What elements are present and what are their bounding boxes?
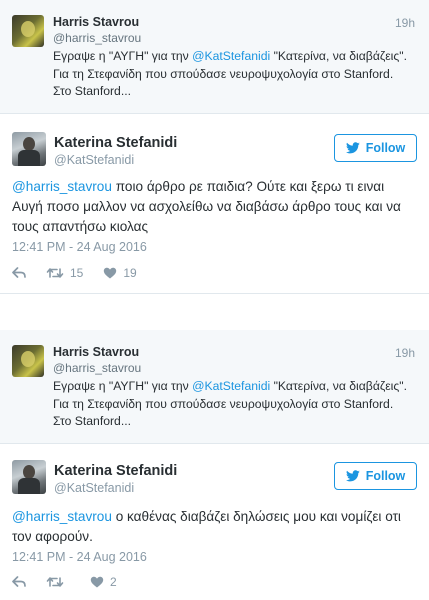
retweet-icon — [46, 577, 64, 587]
text-line: τους απαντήσω κιολας — [12, 219, 149, 234]
follow-button[interactable]: Follow — [334, 134, 417, 162]
author-name[interactable]: Katerina Stefanidi — [54, 463, 177, 479]
text-line: τον αφορούν. — [12, 529, 93, 544]
mention-link[interactable]: @harris_stavrou — [12, 179, 112, 194]
author-handle[interactable]: @harris_stavrou — [53, 31, 141, 45]
retweet-button[interactable] — [46, 576, 70, 588]
text-line: Για τη Στεφανίδη που σπούδασε νευροψυχολ… — [53, 66, 394, 81]
avatar[interactable] — [12, 15, 44, 47]
author-name[interactable]: Katerina Stefanidi — [54, 135, 177, 151]
tweet-time[interactable]: 19h — [395, 346, 415, 360]
tweet-time[interactable]: 19h — [395, 16, 415, 30]
like-button[interactable]: 19 — [103, 266, 137, 280]
heart-icon — [104, 267, 117, 279]
author-handle[interactable]: @KatStefanidi — [54, 481, 134, 495]
reply-tweet: Katerina Stefanidi @KatStefanidi Follow … — [0, 444, 429, 600]
tweet-timestamp[interactable]: 12:41 PM - 24 Aug 2016 — [12, 550, 147, 564]
author-name[interactable]: Harris Stavrou — [53, 15, 139, 29]
text-segment: Εγραψε η "ΑΥΓΗ" για την — [53, 49, 193, 63]
tweet-actions: 2 — [12, 575, 137, 589]
like-count: 19 — [123, 266, 137, 280]
avatar[interactable] — [12, 345, 44, 377]
like-button[interactable]: 2 — [90, 575, 117, 589]
mention-link[interactable]: @KatStefanidi — [192, 379, 270, 393]
text-segment: "Κατερίνα, να διαβάζεις". — [270, 379, 407, 393]
follow-label: Follow — [365, 141, 406, 155]
text-segment: "Κατερίνα, να διαβάζεις". — [270, 49, 407, 63]
text-segment: ποιο άρθρο ρε παιδια? Ούτε και ξερω τι ε… — [111, 179, 385, 194]
reply-icon — [12, 267, 26, 278]
follow-button[interactable]: Follow — [334, 462, 417, 490]
bird-icon — [345, 142, 360, 154]
retweet-button[interactable]: 15 — [46, 266, 83, 280]
text-line: Στο Stanford... — [53, 84, 131, 98]
author-handle[interactable]: @KatStefanidi — [54, 153, 134, 167]
tweet-text: @harris_stavrou ο καθένας διαβάζει δηλώσ… — [12, 507, 422, 547]
tweet-timestamp[interactable]: 12:41 PM - 24 Aug 2016 — [12, 240, 147, 254]
thread-separator — [0, 294, 429, 330]
tweet-actions: 15 19 — [12, 266, 157, 280]
author-handle[interactable]: @harris_stavrou — [53, 361, 141, 375]
mention-link[interactable]: @harris_stavrou — [12, 509, 112, 524]
text-segment: ο καθένας διαβάζει δηλώσεις μου και νομί… — [111, 509, 401, 524]
text-line: Στο Stanford... — [53, 414, 131, 428]
follow-label: Follow — [365, 469, 406, 483]
reply-button[interactable] — [12, 267, 26, 279]
quoted-tweet[interactable]: Harris Stavrou @harris_stavrou 19h Εγραψ… — [0, 0, 429, 114]
text-segment: Εγραψε η "ΑΥΓΗ" για την — [53, 379, 193, 393]
heart-icon — [90, 576, 104, 588]
like-count: 2 — [110, 575, 117, 589]
tweet-text: Εγραψε η "ΑΥΓΗ" για την @KatStefanidi "Κ… — [53, 48, 423, 101]
reply-icon — [12, 576, 26, 587]
text-line: Αυγή ποσο μαλλον να ασχολείθω να διαβάσω… — [12, 199, 401, 214]
text-line: Για τη Στεφανίδη που σπούδασε νευροψυχολ… — [53, 396, 394, 411]
avatar[interactable] — [12, 460, 46, 494]
tweet-text: @harris_stavrou ποιο άρθρο ρε παιδια? Ού… — [12, 177, 422, 237]
retweet-icon — [46, 268, 64, 278]
reply-tweet: Katerina Stefanidi @KatStefanidi Follow … — [0, 114, 429, 294]
avatar[interactable] — [12, 132, 46, 166]
author-name[interactable]: Harris Stavrou — [53, 345, 139, 359]
tweet-text: Εγραψε η "ΑΥΓΗ" για την @KatStefanidi "Κ… — [53, 378, 423, 431]
mention-link[interactable]: @KatStefanidi — [192, 49, 270, 63]
reply-button[interactable] — [12, 576, 26, 588]
quoted-tweet[interactable]: Harris Stavrou @harris_stavrou 19h Εγραψ… — [0, 330, 429, 444]
bird-icon — [345, 470, 360, 482]
retweet-count: 15 — [70, 266, 84, 280]
